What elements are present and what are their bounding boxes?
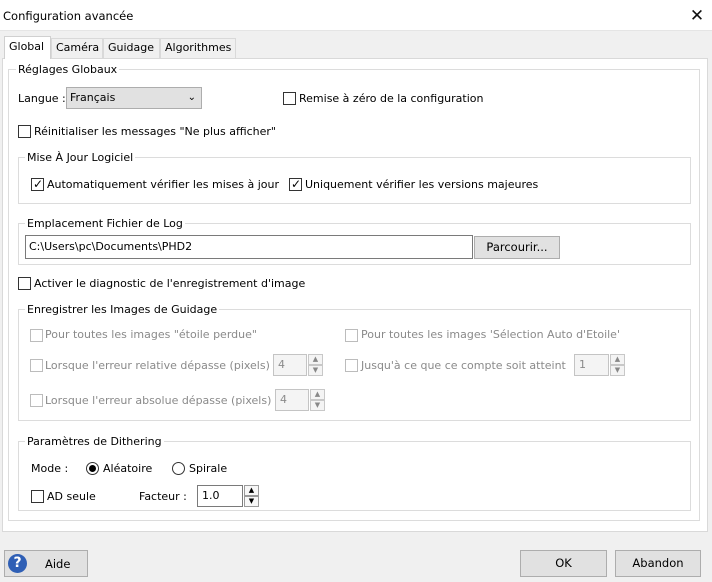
help-button-label: Aide (45, 557, 71, 571)
tab-global[interactable]: Global (4, 36, 51, 59)
absolute-error-input[interactable]: 4 (275, 389, 309, 411)
tab-guiding[interactable]: Guidage (103, 38, 160, 58)
factor-input[interactable]: 1.0 (197, 485, 243, 507)
close-icon[interactable]: ✕ (686, 6, 708, 26)
browse-button[interactable]: Parcourir... (474, 236, 560, 259)
absolute-error-checkbox[interactable] (30, 394, 43, 407)
ok-button[interactable]: OK (520, 550, 607, 577)
relative-error-checkbox[interactable] (30, 359, 43, 372)
check-icon: ✓ (290, 177, 302, 191)
tab-camera[interactable]: Caméra (51, 38, 103, 58)
lost-star-images-checkbox[interactable] (30, 329, 43, 342)
software-update-title: Mise À Jour Logiciel (25, 151, 136, 164)
dither-mode-label: Mode : (31, 462, 69, 475)
check-icon: ✓ (32, 177, 44, 191)
relative-error-label: Lorsque l'erreur relative dépasse (pixel… (45, 359, 270, 372)
spin-down-icon[interactable]: ▼ (610, 365, 625, 376)
spin-down-icon[interactable]: ▼ (244, 496, 259, 507)
spiral-radio[interactable] (172, 462, 185, 475)
auto-update-label: Automatiquement vérifier les mises à jou… (47, 178, 279, 191)
until-count-input[interactable]: 1 (574, 354, 609, 376)
dithering-title: Paramètres de Dithering (25, 435, 164, 448)
relative-error-input[interactable]: 4 (273, 354, 307, 376)
spin-down-icon[interactable]: ▼ (308, 365, 323, 376)
image-diagnostic-checkbox[interactable] (18, 277, 31, 290)
spin-up-icon[interactable]: ▲ (310, 389, 325, 400)
spin-up-icon[interactable]: ▲ (610, 354, 625, 365)
spin-up-icon[interactable]: ▲ (308, 354, 323, 365)
help-icon: ? (8, 554, 27, 573)
chevron-down-icon: ⌄ (187, 92, 196, 103)
random-radio[interactable] (86, 462, 99, 475)
auto-select-images-checkbox[interactable] (345, 329, 358, 342)
window-title: Configuration avancée (3, 9, 134, 23)
log-location-title: Emplacement Fichier de Log (25, 217, 185, 230)
reset-config-checkbox[interactable] (283, 92, 296, 105)
spin-up-icon[interactable]: ▲ (244, 485, 259, 496)
cancel-button[interactable]: Abandon (615, 550, 701, 577)
title-bar: Configuration avancée ✕ (0, 0, 712, 31)
until-count-checkbox[interactable] (345, 359, 358, 372)
spiral-label: Spirale (189, 462, 228, 475)
help-button[interactable]: ? Aide (4, 550, 88, 577)
ra-only-label: AD seule (47, 490, 96, 503)
until-count-label: Jusqu'à ce que ce compte soit atteint (361, 359, 566, 372)
global-settings-title: Réglages Globaux (16, 63, 120, 76)
image-diagnostic-label: Activer le diagnostic de l'enregistremen… (34, 277, 306, 290)
language-select[interactable]: Français ⌄ (66, 87, 202, 109)
random-label: Aléatoire (103, 462, 153, 475)
auto-update-checkbox[interactable]: ✓ (31, 177, 44, 191)
major-only-label: Uniquement vérifier les versions majeure… (305, 178, 539, 191)
auto-select-images-label: Pour toutes les images 'Sélection Auto d… (361, 328, 620, 341)
reset-messages-label: Réinitialiser les messages "Ne plus affi… (34, 125, 276, 138)
reset-config-label: Remise à zéro de la configuration (299, 92, 484, 105)
factor-label: Facteur : (139, 490, 187, 503)
language-label: Langue : (18, 92, 66, 105)
log-path-input[interactable]: C:\Users\pc\Documents\PHD2 (25, 235, 473, 259)
tab-algorithms[interactable]: Algorithmes (160, 38, 236, 58)
guide-images-title: Enregistrer les Images de Guidage (25, 303, 220, 316)
absolute-error-label: Lorsque l'erreur absolue dépasse (pixels… (45, 394, 272, 407)
dithering-group (18, 441, 691, 511)
ra-only-checkbox[interactable] (31, 490, 44, 503)
major-only-checkbox[interactable]: ✓ (289, 177, 302, 191)
reset-messages-checkbox[interactable] (18, 125, 31, 138)
spin-down-icon[interactable]: ▼ (310, 400, 325, 411)
radio-selected-dot (89, 465, 96, 472)
lost-star-images-label: Pour toutes les images "étoile perdue" (45, 328, 257, 341)
language-value: Français (70, 91, 116, 104)
